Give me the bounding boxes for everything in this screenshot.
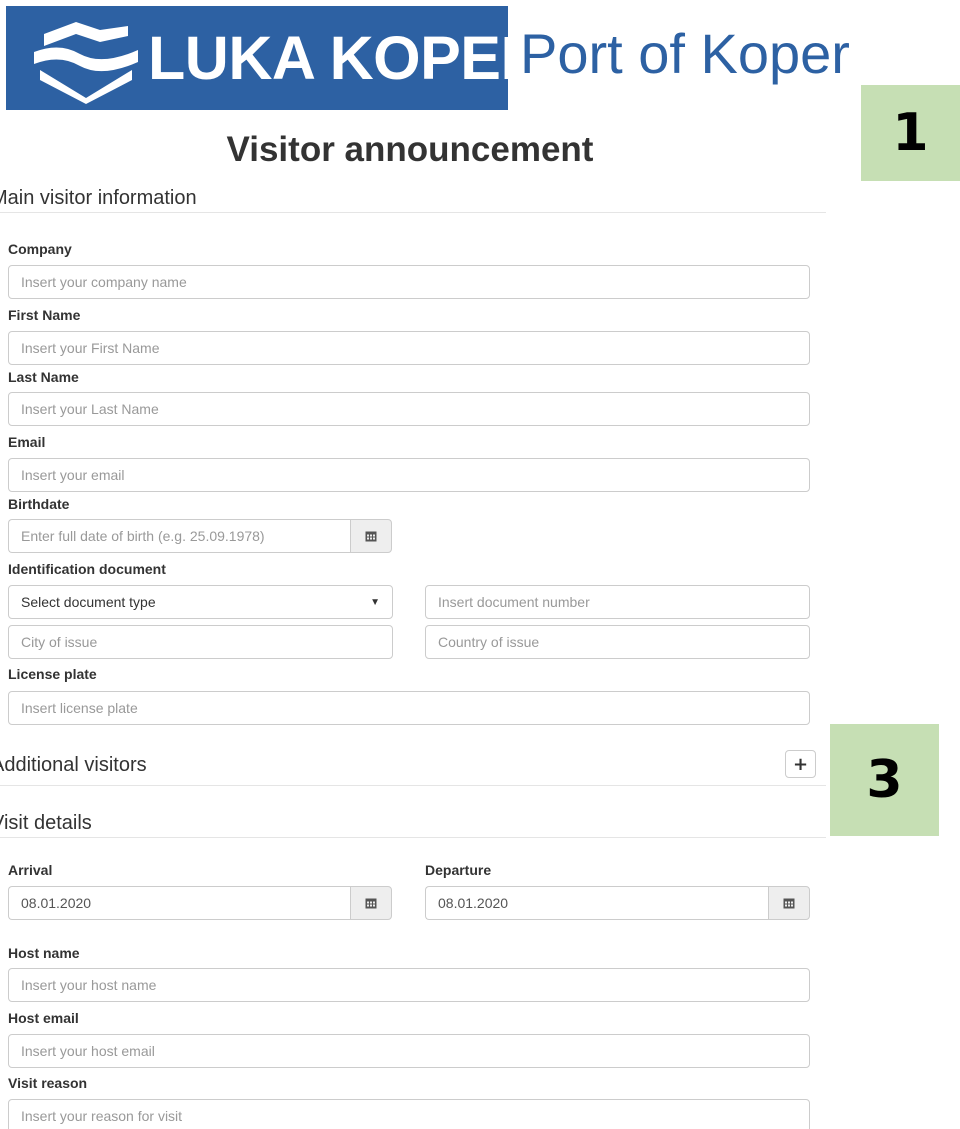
calendar-icon[interactable] — [768, 886, 810, 920]
section-divider — [0, 212, 826, 213]
company-input[interactable] — [8, 265, 810, 299]
document-type-selected: Select document type — [21, 594, 156, 610]
email-input[interactable] — [8, 458, 810, 492]
last-name-input[interactable] — [8, 392, 810, 426]
visit-reason-input[interactable] — [8, 1099, 810, 1129]
step-badge-1: 1 — [861, 85, 960, 181]
email-label: Email — [8, 434, 46, 450]
add-visitor-button[interactable]: + — [785, 750, 816, 778]
host-name-label: Host name — [8, 945, 80, 961]
arrival-group — [8, 886, 392, 920]
first-name-input[interactable] — [8, 331, 810, 365]
city-of-issue-input[interactable] — [8, 625, 393, 659]
section-title-visit: Visit details — [0, 812, 92, 834]
page-title: Visitor announcement — [226, 130, 594, 169]
host-email-input[interactable] — [8, 1034, 810, 1068]
section-title-main: Main visitor information — [0, 187, 197, 209]
port-wave-icon — [34, 22, 138, 104]
document-number-input[interactable] — [425, 585, 810, 619]
logo-subtitle: Port of Koper — [520, 22, 850, 85]
departure-group — [425, 886, 810, 920]
arrival-date-input[interactable] — [8, 886, 350, 920]
country-of-issue-input[interactable] — [425, 625, 810, 659]
calendar-icon[interactable] — [350, 886, 392, 920]
logo-brand-text: LUKA KOPER — [148, 24, 545, 92]
luka-koper-logo: LUKA KOPER — [6, 6, 545, 110]
calendar-icon[interactable] — [350, 519, 392, 553]
last-name-label: Last Name — [8, 369, 79, 385]
arrival-label: Arrival — [8, 862, 53, 878]
step-badge-3: 3 — [830, 724, 939, 836]
host-name-input[interactable] — [8, 968, 810, 1002]
license-plate-input[interactable] — [8, 691, 810, 725]
birthdate-group — [8, 519, 392, 553]
first-name-label: First Name — [8, 307, 81, 323]
birthdate-label: Birthdate — [8, 496, 70, 512]
departure-date-input[interactable] — [425, 886, 768, 920]
caret-down-icon: ▼ — [370, 596, 380, 608]
document-type-select[interactable]: Select document type ▼ — [8, 585, 393, 619]
host-email-label: Host email — [8, 1010, 79, 1026]
section-divider — [0, 837, 826, 838]
section-divider — [0, 785, 826, 786]
id-document-label: Identification document — [8, 561, 166, 577]
departure-label: Departure — [425, 862, 492, 878]
birthdate-input[interactable] — [8, 519, 350, 553]
visit-reason-label: Visit reason — [8, 1075, 88, 1091]
license-plate-label: License plate — [8, 666, 97, 682]
section-title-additional: Additional visitors — [0, 754, 147, 776]
company-label: Company — [8, 241, 72, 257]
